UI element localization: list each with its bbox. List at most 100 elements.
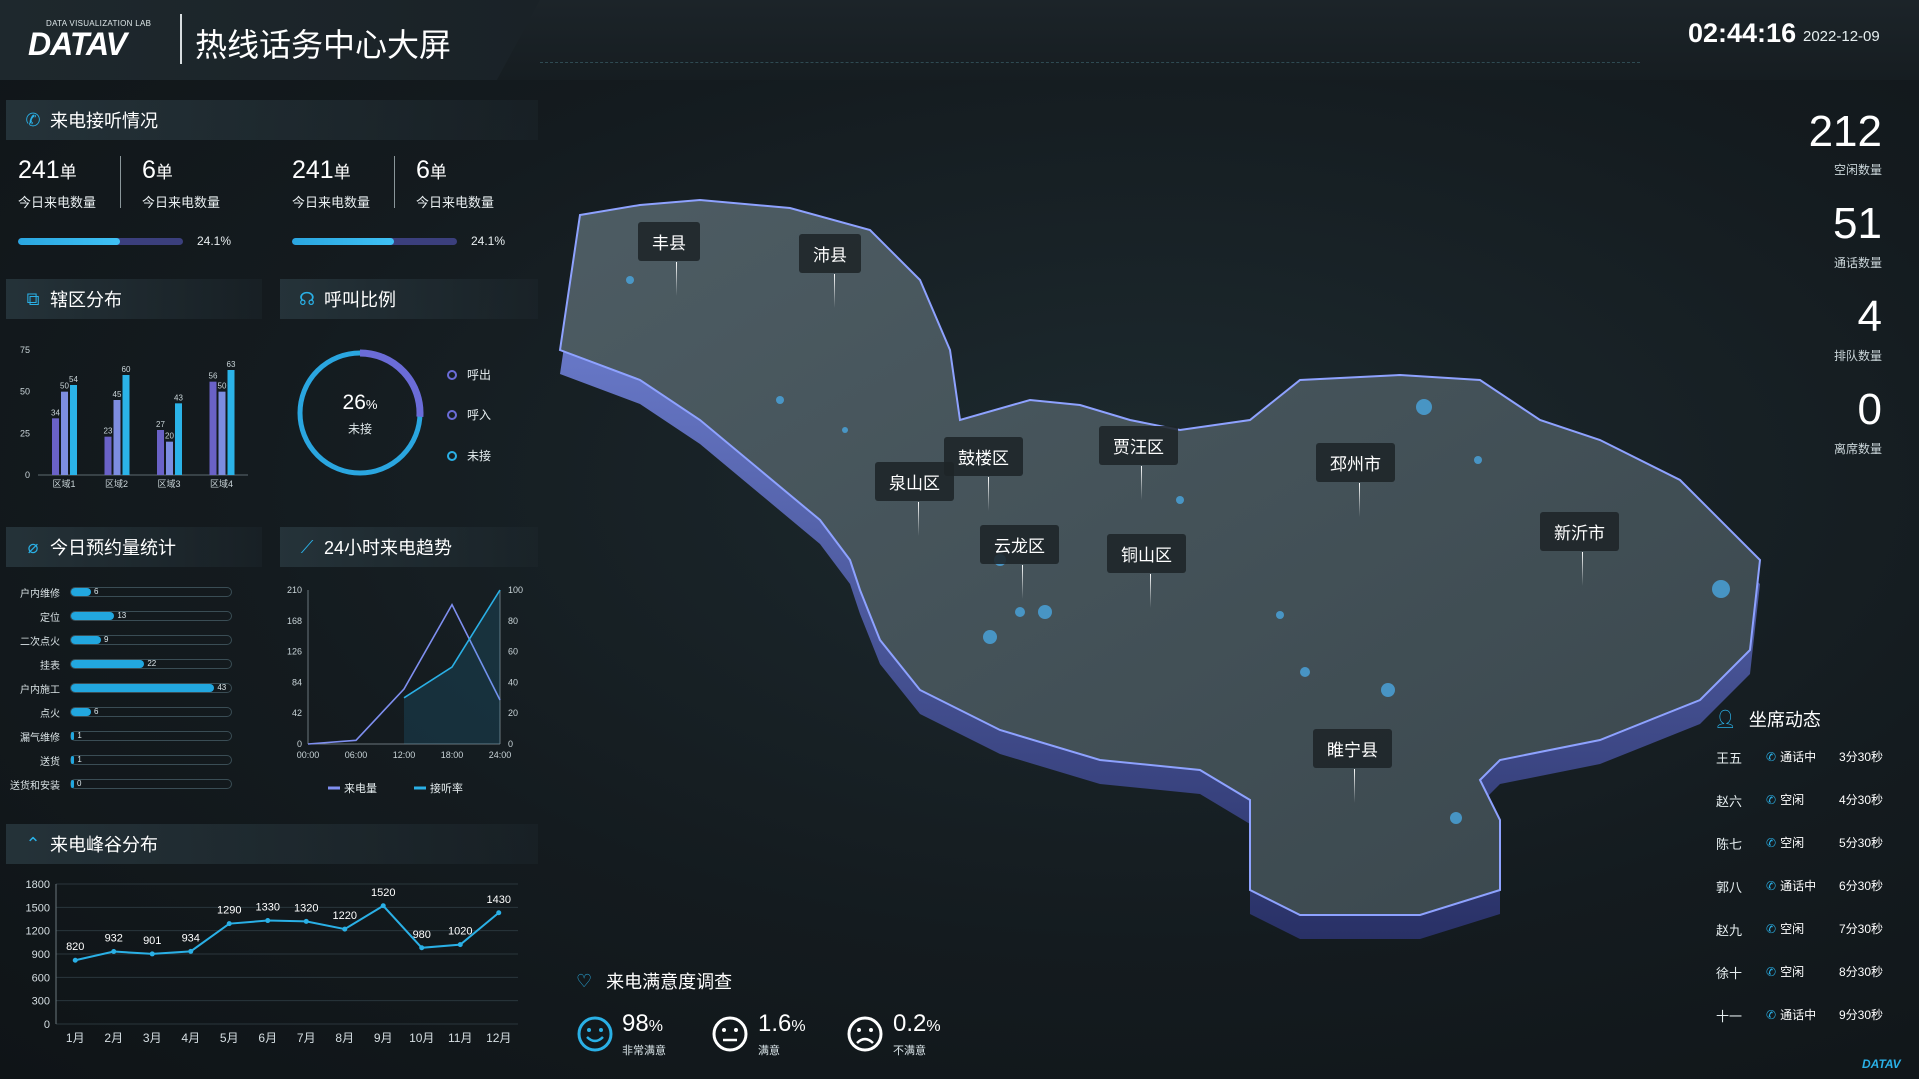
seat-status-label: 空闲 <box>1780 793 1805 807</box>
seat-status: ✆ 空闲 <box>1766 920 1804 937</box>
legend-dot <box>447 369 457 380</box>
seat-status-label: 通话中 <box>1780 750 1817 764</box>
phone-icon: ✆ <box>1766 792 1777 807</box>
bar <box>113 400 121 475</box>
clock-date: 2022-12-09 <box>1803 28 1880 45</box>
y-left-tick-label: 0 <box>297 739 302 749</box>
x-tick-label: 00:00 <box>297 750 320 760</box>
map-label-gulou[interactable]: 鼓楼区 <box>944 437 1023 476</box>
seat-status: ✆ 通话中 <box>1766 748 1816 765</box>
bar-value-label: 60 <box>122 365 131 374</box>
seat-duration: 6分30秒 <box>1839 879 1884 893</box>
phone-icon: ✆ <box>1766 835 1777 850</box>
headset-icon: ☊ <box>299 288 315 309</box>
map-label-jiawang[interactable]: 贾汪区 <box>1099 426 1178 465</box>
y-left-tick-label: 210 <box>287 585 302 595</box>
stat-value: 241单 <box>292 156 351 184</box>
bar <box>52 418 59 475</box>
smile-icon <box>577 1016 613 1052</box>
seat-status: ✆ 通话中 <box>1766 877 1816 894</box>
bar-value-label: 45 <box>113 390 122 399</box>
appointment-bar <box>71 636 101 644</box>
paperclip-icon: ⌀ <box>27 536 39 557</box>
neutral-face-icon <box>712 1016 748 1052</box>
away-count: 0 <box>1857 385 1882 434</box>
footer-logo: DATAV <box>1862 1057 1901 1071</box>
panel-header-peak: ⌃ 来电峰谷分布 <box>6 824 538 864</box>
map-label-yunlong[interactable]: 云龙区 <box>980 525 1059 564</box>
appointment-value: 9 <box>104 635 109 644</box>
data-point <box>342 926 348 932</box>
idle-label: 空闲数量 <box>1833 163 1882 177</box>
panel-header-calls: ✆ 来电接听情况 <box>6 100 538 140</box>
seat-status: ✆ 通话中 <box>1766 1006 1816 1023</box>
stat-value: 6单 <box>416 156 447 184</box>
legend-missed[interactable]: 未接 <box>447 447 491 464</box>
map-label-peixian[interactable]: 沛县 <box>799 234 861 273</box>
appointment-bar <box>71 756 75 764</box>
legend-label: 未接 <box>467 449 492 463</box>
bar-value-label: 43 <box>174 393 183 402</box>
appointment-bar <box>71 732 75 740</box>
appointment-label: 送货 <box>40 757 60 768</box>
panel-header-appointments: ⌀ 今日预约量统计 <box>6 527 262 567</box>
y-tick-label: 1800 <box>26 879 50 891</box>
y-tick-label: 1500 <box>26 902 50 914</box>
progress-bar <box>292 238 457 245</box>
map-label-xinyi[interactable]: 新沂市 <box>1540 512 1619 551</box>
bar-value-label: 34 <box>51 408 60 417</box>
data-point <box>149 951 155 957</box>
legend-incoming[interactable]: 呼入 <box>447 406 491 423</box>
user-icon: 👤︎ <box>1714 708 1737 729</box>
x-tick-label: 7月 <box>297 1031 316 1045</box>
data-point <box>496 910 502 916</box>
seat-duration: 3分30秒 <box>1839 750 1884 764</box>
y-right-tick-label: 0 <box>508 739 513 749</box>
y-tick-label: 25 <box>20 428 30 438</box>
map-pin <box>676 262 677 296</box>
phone-icon: ✆ <box>25 109 41 130</box>
appointment-value: 6 <box>94 707 99 716</box>
map-label-tongshan[interactable]: 铜山区 <box>1107 534 1186 573</box>
map-pin <box>1150 574 1151 608</box>
map-label-quanshan[interactable]: 泉山区 <box>875 462 954 501</box>
appointment-track <box>70 731 232 741</box>
x-tick-label: 区域3 <box>157 478 180 489</box>
district-bar-chart: 7550250345054区域1234560区域2272043区域3565063… <box>20 345 248 489</box>
appointment-label: 定位 <box>40 613 60 624</box>
legend-outgoing[interactable]: 呼出 <box>447 366 491 383</box>
data-label: 1320 <box>294 902 318 914</box>
x-tick-label: 12:00 <box>393 750 416 760</box>
data-label: 1020 <box>448 926 472 938</box>
x-tick-label: 24:00 <box>489 750 512 760</box>
legend-label: 呼出 <box>467 368 492 382</box>
seat-duration: 8分30秒 <box>1839 965 1884 979</box>
map-label-suining[interactable]: 睢宁县 <box>1313 729 1392 768</box>
satisfaction-title: 来电满意度调查 <box>606 972 733 992</box>
bar <box>70 385 77 475</box>
bar-value-label: 23 <box>104 427 113 436</box>
y-tick-label: 300 <box>32 996 50 1008</box>
satisfied-label: 满意 <box>758 1045 780 1057</box>
data-label: 932 <box>105 933 123 945</box>
data-label: 1330 <box>256 902 280 914</box>
x-tick-label: 区域1 <box>52 478 75 489</box>
x-tick-label: 区域2 <box>105 478 128 489</box>
phone-icon: ✆ <box>1766 749 1777 764</box>
seat-status: ✆ 空闲 <box>1766 791 1804 808</box>
donut-value: 26% <box>342 391 378 414</box>
y-right-tick-label: 80 <box>508 616 518 626</box>
sad-face-icon <box>847 1016 883 1052</box>
map-label-pizhou[interactable]: 邳州市 <box>1316 443 1395 482</box>
x-tick-label: 18:00 <box>441 750 464 760</box>
map-label-fengxian[interactable]: 丰县 <box>638 222 700 261</box>
unsatisfied-value: 0.2% <box>893 1010 941 1037</box>
panel-header-district: ⧉ 辖区分布 <box>6 279 262 319</box>
appointment-value: 22 <box>147 659 157 668</box>
x-tick-label: 11月 <box>448 1031 472 1045</box>
map-pin <box>834 274 835 308</box>
x-tick-label: 9月 <box>374 1031 393 1045</box>
x-tick-label: 8月 <box>335 1031 354 1045</box>
seats-header: 👤︎ 坐席动态 <box>1714 706 1821 732</box>
legend-label-answer-rate: 接听率 <box>430 781 463 795</box>
